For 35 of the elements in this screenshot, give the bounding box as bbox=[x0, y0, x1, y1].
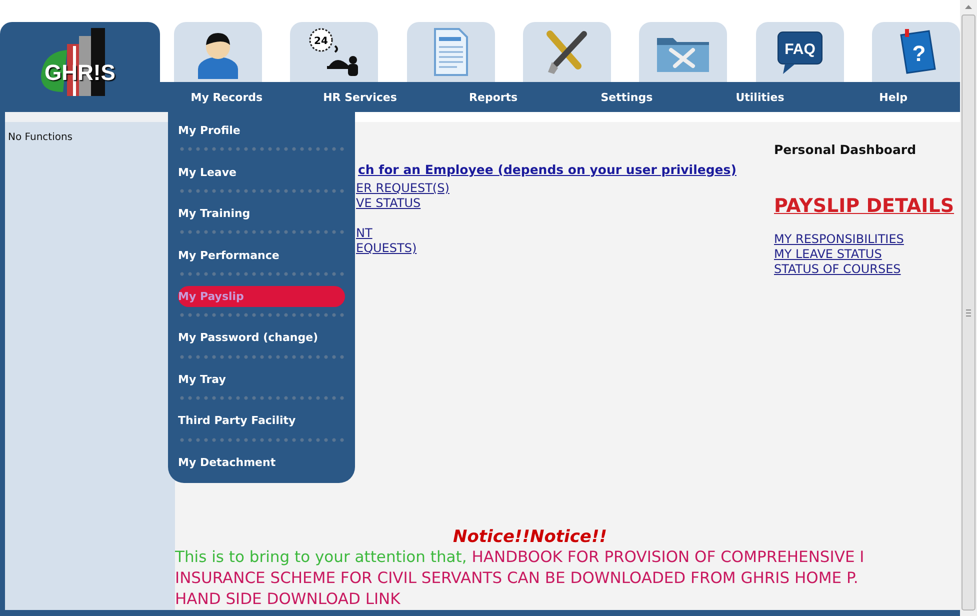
link[interactable]: VE STATUS bbox=[356, 196, 421, 211]
menu-item[interactable]: My Detachment bbox=[178, 452, 345, 473]
link[interactable]: ER REQUEST(S) bbox=[356, 181, 450, 196]
search-link[interactable]: ch for an Employee (depends on your user privileges) bbox=[358, 162, 760, 177]
menu-item[interactable]: My Profile bbox=[178, 120, 345, 142]
menu-item[interactable]: My Performance bbox=[178, 244, 345, 266]
payslip-details-link[interactable]: PAYSLIP DETAILS bbox=[774, 195, 954, 217]
nav-item[interactable]: HR Services bbox=[319, 88, 401, 106]
link[interactable]: STATUS OF COURSES bbox=[774, 262, 901, 277]
menu-item[interactable]: My Tray bbox=[178, 368, 345, 390]
menu-item[interactable]: My Password (change) bbox=[178, 327, 345, 348]
link[interactable]: MY RESPONSIBILITIES bbox=[774, 232, 904, 247]
nav-item[interactable]: My Records bbox=[186, 88, 267, 106]
notice-text: INSURANCE SCHEME FOR CIVIL SERVANTS CAN BE DOWNLOADED FROM GHRIS HOME P. bbox=[175, 568, 860, 589]
menu-item[interactable]: My Leave bbox=[178, 162, 345, 183]
nav-icon-tab[interactable] bbox=[174, 22, 262, 82]
nav-item[interactable]: Utilities bbox=[732, 88, 788, 106]
menu-item[interactable]: My Training bbox=[178, 203, 345, 224]
dashboard-title: Personal Dashboard bbox=[774, 142, 916, 157]
nav-icon-tab[interactable]: ? bbox=[872, 22, 960, 82]
logo-text: GHR!S bbox=[44, 60, 117, 86]
notice-text: HAND SIDE DOWNLOAD LINK bbox=[175, 589, 402, 610]
link[interactable]: EQUESTS) bbox=[356, 241, 417, 256]
link[interactable]: NT bbox=[356, 226, 372, 241]
link[interactable]: MY LEAVE STATUS bbox=[774, 247, 882, 262]
sidebar-text: No Functions bbox=[8, 132, 74, 143]
nav-icon-tab[interactable]: FAQ bbox=[756, 22, 844, 82]
notice-text: This is to bring to your attention that, HANDBOOK FOR PROVISION OF COMPREHENSIVE I bbox=[175, 547, 866, 568]
nav-item[interactable]: Reports bbox=[465, 88, 522, 106]
notice-title: Notice!!Notice!! bbox=[452, 527, 608, 547]
nav-item[interactable]: Help bbox=[875, 88, 912, 106]
nav-icon-tab[interactable] bbox=[522, 22, 611, 82]
menu-item[interactable]: Third Party Facility bbox=[178, 410, 345, 432]
nav-item[interactable]: Settings bbox=[596, 88, 657, 106]
nav-icon-tab[interactable]: 24 bbox=[290, 22, 378, 82]
